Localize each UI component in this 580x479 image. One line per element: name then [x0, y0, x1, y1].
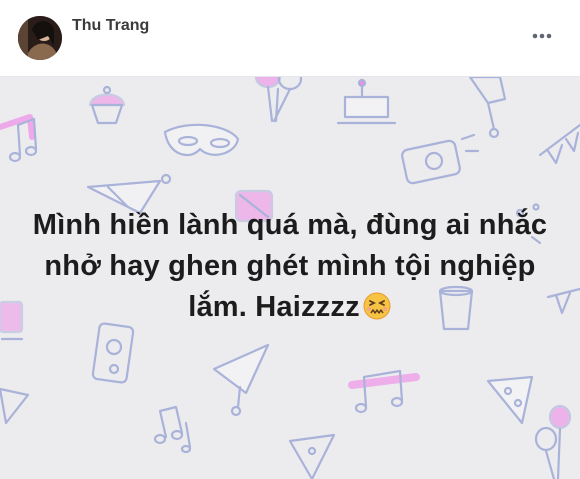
ice-cream-icon [468, 77, 507, 139]
facebook-post: Thu Trang Mình hiền lành quá mà, đùng ai… [0, 0, 580, 479]
cake-icon [336, 78, 397, 125]
music-note-icon [0, 114, 38, 163]
music-note-icon [153, 405, 192, 454]
bunting-icon [538, 123, 580, 165]
pizza-icon [486, 375, 534, 425]
camera-icon [401, 133, 480, 185]
more-horizontal-icon[interactable] [528, 22, 556, 50]
cup-icon [0, 300, 24, 341]
pizza-icon [0, 387, 30, 425]
persevering-face-icon [362, 291, 392, 333]
status-text: Mình hiền lành quá mà, đùng ai nhắc nhở … [20, 205, 560, 334]
balloon-icon [254, 77, 303, 123]
music-note-icon [348, 369, 420, 414]
author-name[interactable]: Thu Trang [72, 17, 149, 35]
balloon-icon [534, 404, 572, 479]
status-background: Mình hiền lành quá mà, đùng ai nhắc nhở … [0, 77, 580, 479]
post-header: Thu Trang [0, 0, 580, 77]
pizza-icon [288, 433, 336, 479]
mask-icon [163, 123, 240, 157]
avatar[interactable] [18, 16, 62, 60]
cupcake-icon [88, 85, 126, 125]
status-text-content: Mình hiền lành quá mà, đùng ai nhắc nhở … [32, 209, 548, 324]
ice-cream-icon [212, 343, 270, 417]
